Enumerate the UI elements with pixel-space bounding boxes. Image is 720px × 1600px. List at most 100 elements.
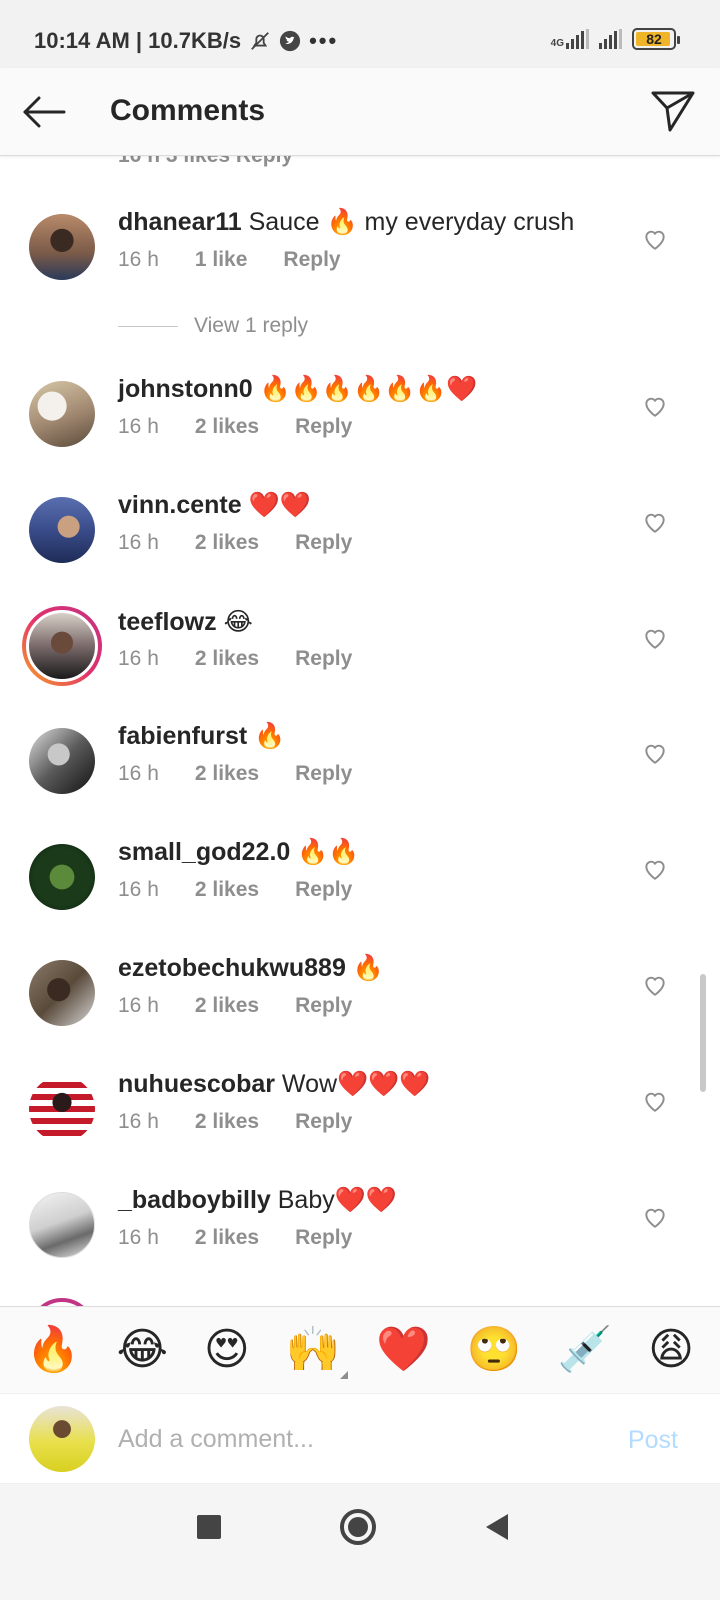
comment-time: 16 h xyxy=(118,762,159,785)
comment-text: ❤️❤️ xyxy=(241,491,311,519)
emoji-red-heart-button[interactable]: ❤️ xyxy=(376,1325,431,1375)
heart-icon[interactable] xyxy=(642,856,668,882)
comment-likes[interactable]: 2 likes xyxy=(195,647,259,671)
comment-text: 🔥 xyxy=(345,954,384,982)
heart-icon[interactable] xyxy=(642,509,668,535)
comment-likes[interactable]: 2 likes xyxy=(195,415,259,439)
comment-time: 16 h xyxy=(118,1226,159,1249)
comment-username[interactable]: ezetobechukwu889 xyxy=(118,954,346,982)
page-title: Comments xyxy=(110,94,266,127)
comment-likes[interactable]: 2 likes xyxy=(195,1226,259,1250)
avatar[interactable] xyxy=(29,381,95,447)
post-button[interactable]: Post xyxy=(628,1426,678,1455)
comment-time: 16 h xyxy=(118,415,159,438)
comment-meta: 16 h 2 likes Reply xyxy=(118,1110,352,1134)
avatar[interactable] xyxy=(29,728,95,794)
heart-icon[interactable] xyxy=(642,393,668,419)
twitter-icon xyxy=(280,30,301,52)
battery-level: 82 xyxy=(646,31,662,47)
reply-button[interactable]: Reply xyxy=(295,762,352,786)
comments-list[interactable]: 16 h 3 likes Reply dhanear11 Sauce 🔥 my … xyxy=(0,156,720,1332)
comment-time: 16 h xyxy=(118,878,159,901)
comment-likes[interactable]: 2 likes xyxy=(195,1110,259,1134)
emoji-heart-eyes-button[interactable]: 😍 xyxy=(204,1325,250,1375)
bell-muted-icon xyxy=(251,32,270,50)
comment-likes[interactable]: 2 likes xyxy=(195,531,259,555)
comment-username[interactable]: _badboybilly xyxy=(118,1186,271,1214)
reply-button[interactable]: Reply xyxy=(295,878,352,902)
reply-button[interactable]: Reply xyxy=(295,1226,352,1250)
comment-meta: 16 h 2 likes Reply xyxy=(118,762,352,786)
comment-item: teeflowz 😂 16 h 2 likes Reply xyxy=(0,606,720,707)
reply-button[interactable]: Reply xyxy=(295,647,352,671)
emoji-eye-roll-button[interactable]: 🙄 xyxy=(467,1325,522,1375)
heart-icon[interactable] xyxy=(642,740,668,766)
emoji-laugh-button[interactable]: 😂 xyxy=(117,1325,168,1375)
comment-meta: 16 h 2 likes Reply xyxy=(118,531,352,555)
avatar[interactable] xyxy=(29,214,95,280)
back-button[interactable] xyxy=(20,88,68,136)
battery-icon: 82 xyxy=(632,28,680,50)
heart-icon[interactable] xyxy=(642,1204,668,1230)
comment-username[interactable]: teeflowz xyxy=(118,608,217,636)
emoji-raised-hands-button[interactable]: 🙌 xyxy=(286,1325,349,1379)
avatar[interactable] xyxy=(29,497,95,563)
comment-item: fabienfurst 🔥 16 h 2 likes Reply xyxy=(0,722,720,822)
home-icon[interactable] xyxy=(340,1509,376,1545)
comment-likes[interactable]: 2 likes xyxy=(195,878,259,902)
paper-plane-icon xyxy=(651,91,695,132)
reply-button[interactable]: Reply xyxy=(295,1110,352,1134)
reply-button[interactable]: Reply xyxy=(295,994,352,1018)
view-replies-button[interactable]: View 1 reply xyxy=(118,314,308,338)
back-triangle-icon[interactable] xyxy=(486,1514,508,1540)
avatar[interactable] xyxy=(29,1076,95,1142)
status-bar: 10:14 AM | 10.7KB/s ••• 4G 82 xyxy=(0,0,720,68)
heart-icon[interactable] xyxy=(642,625,668,651)
reply-button[interactable]: Reply xyxy=(295,415,352,439)
reply-button[interactable]: Reply xyxy=(295,531,352,555)
comment-text: 🔥🔥🔥🔥🔥🔥❤️ xyxy=(252,375,478,403)
avatar[interactable] xyxy=(29,1192,95,1258)
avatar[interactable] xyxy=(29,844,95,910)
emoji-fire-button[interactable]: 🔥 xyxy=(26,1325,81,1375)
comment-time: 16 h xyxy=(118,647,159,670)
comment-meta: 16 h 1 like Reply xyxy=(118,248,341,272)
comment-item: dhanear11 Sauce 🔥 my everyday crush 16 h… xyxy=(0,208,720,308)
comment-meta: 16 h 2 likes Reply xyxy=(118,415,352,439)
comment-input[interactable] xyxy=(118,1416,588,1462)
avatar-story-ring[interactable] xyxy=(22,606,102,686)
heart-icon[interactable] xyxy=(642,226,668,252)
comment-username[interactable]: johnstonn0 xyxy=(118,375,253,403)
comment-username[interactable]: dhanear11 xyxy=(118,208,242,236)
scrollbar[interactable] xyxy=(700,974,706,1092)
recents-icon[interactable] xyxy=(197,1515,221,1539)
comment-username[interactable]: small_god22.0 xyxy=(118,838,290,866)
comment-username[interactable]: fabienfurst xyxy=(118,722,247,750)
comment-item: johnstonn0 🔥🔥🔥🔥🔥🔥❤️ 16 h 2 likes Reply xyxy=(0,375,720,475)
comment-likes[interactable]: 2 likes xyxy=(195,762,259,786)
comment-composer: Post xyxy=(0,1394,720,1484)
heart-icon[interactable] xyxy=(642,1088,668,1114)
comment-text: Sauce 🔥 my everyday crush xyxy=(241,208,575,236)
signal-icon xyxy=(599,29,622,49)
emoji-syringe-button[interactable]: 💉 xyxy=(557,1325,612,1375)
heart-icon[interactable] xyxy=(642,972,668,998)
emoji-weary-button[interactable]: 😩 xyxy=(648,1325,694,1375)
comment-username[interactable]: nuhuescobar xyxy=(118,1070,275,1098)
reply-button[interactable]: Reply xyxy=(283,248,340,272)
comment-meta: 16 h 2 likes Reply xyxy=(118,994,352,1018)
comment-item: small_god22.0 🔥🔥 16 h 2 likes Reply xyxy=(0,838,720,938)
signal-icon xyxy=(566,29,589,49)
partial-comment-meta: 16 h 3 likes Reply xyxy=(118,156,293,168)
comment-username[interactable]: vinn.cente xyxy=(118,491,242,519)
network-type: 4G xyxy=(550,38,564,49)
comment-likes[interactable]: 1 like xyxy=(195,248,248,272)
comment-time: 16 h xyxy=(118,1110,159,1133)
avatar xyxy=(26,610,98,682)
comment-text: Wow❤️❤️❤️ xyxy=(274,1070,431,1098)
header: Comments xyxy=(0,68,720,156)
avatar[interactable] xyxy=(29,960,95,1026)
direct-message-button[interactable] xyxy=(648,86,698,136)
system-nav-bar xyxy=(0,1484,720,1600)
comment-likes[interactable]: 2 likes xyxy=(195,994,259,1018)
